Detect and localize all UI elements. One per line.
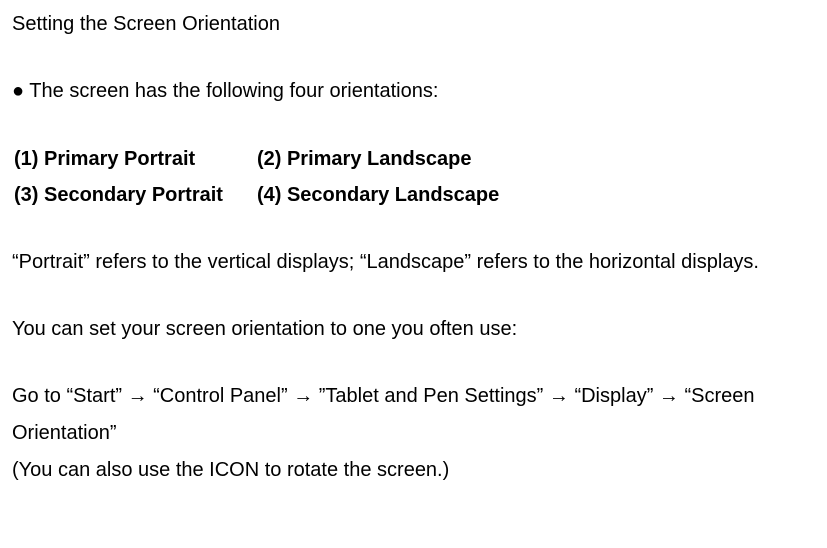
page-title: Setting the Screen Orientation — [12, 6, 815, 43]
orientation-primary-landscape: (2) Primary Landscape — [257, 142, 531, 176]
spacer — [12, 348, 815, 378]
orientation-primary-portrait: (1) Primary Portrait — [14, 142, 255, 176]
spacer — [12, 281, 815, 311]
set-orientation-text: You can set your screen orientation to o… — [12, 311, 815, 348]
orientation-secondary-landscape: (4) Secondary Landscape — [257, 178, 531, 212]
orientations-intro: ● The screen has the following four orie… — [12, 73, 815, 110]
orientations-intro-text: The screen has the following four orient… — [29, 80, 438, 102]
portrait-landscape-definition: “Portrait” refers to the vertical displa… — [12, 244, 815, 281]
bullet-icon: ● — [12, 80, 24, 102]
icon-note: (You can also use the ICON to rotate the… — [12, 452, 815, 489]
spacer — [12, 214, 815, 244]
navigation-path: Go to “Start” → “Control Panel” → ”Table… — [12, 378, 815, 452]
spacer — [12, 110, 815, 140]
spacer — [12, 43, 815, 73]
orientation-secondary-portrait: (3) Secondary Portrait — [14, 178, 255, 212]
orientations-table: (1) Primary Portrait (2) Primary Landsca… — [12, 140, 533, 214]
